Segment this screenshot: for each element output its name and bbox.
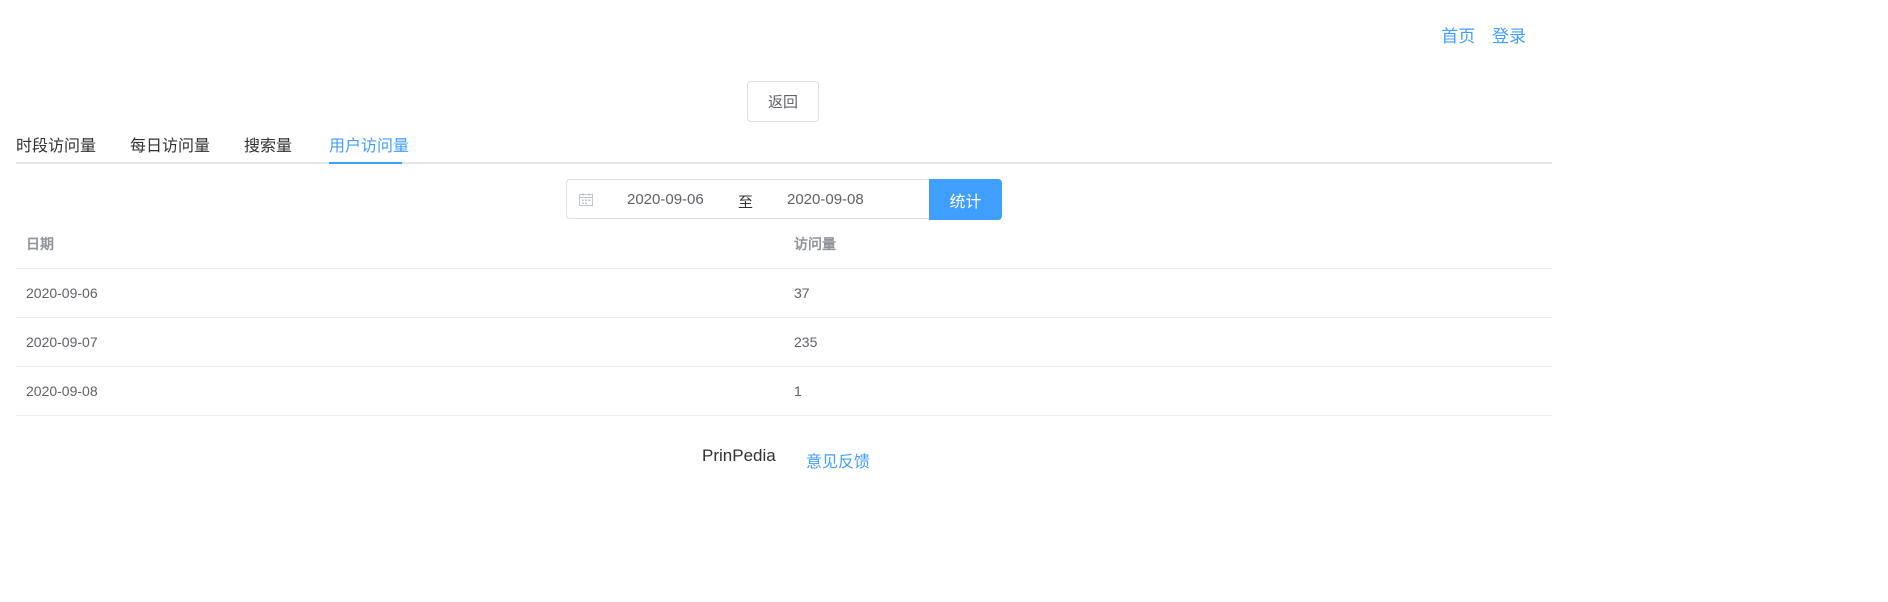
tab-track — [16, 162, 1552, 164]
cell-visits: 1 — [784, 366, 1552, 416]
active-tab-indicator — [329, 162, 402, 164]
cell-date: 2020-09-07 — [16, 317, 784, 367]
tab-hourly-visits[interactable]: 时段访问量 — [16, 132, 96, 156]
column-header-visits: 访问量 — [784, 220, 1552, 269]
column-header-date: 日期 — [16, 220, 784, 269]
tab-user-visits[interactable]: 用户访问量 — [329, 132, 409, 156]
home-link[interactable]: 首页 — [1441, 27, 1475, 46]
tab-bar: 时段访问量 每日访问量 搜索量 用户访问量 — [16, 124, 1552, 164]
cell-visits: 37 — [784, 268, 1552, 318]
table-row: 2020-09-08 1 — [16, 366, 1552, 416]
visits-table: 日期 访问量 2020-09-06 37 2020-09-07 235 2020… — [16, 220, 1552, 416]
table-row: 2020-09-06 37 — [16, 268, 1552, 318]
stat-button[interactable]: 统计 — [929, 179, 1002, 220]
range-separator: 至 — [738, 194, 754, 211]
end-date-input[interactable]: 2020-09-08 — [787, 191, 864, 208]
feedback-link[interactable]: 意见反馈 — [806, 448, 870, 472]
tab-daily-visits[interactable]: 每日访问量 — [130, 132, 210, 156]
top-nav: 首页 登录 — [1429, 22, 1526, 47]
table-row: 2020-09-07 235 — [16, 317, 1552, 367]
table-header-row: 日期 访问量 — [16, 220, 1552, 269]
start-date-input[interactable]: 2020-09-06 — [627, 191, 704, 208]
footer-brand: PrinPedia — [702, 446, 776, 465]
cell-visits: 235 — [784, 317, 1552, 367]
date-range-picker[interactable]: 2020-09-06 至 2020-09-08 — [566, 179, 930, 219]
back-button[interactable]: 返回 — [747, 81, 819, 122]
tab-search-count[interactable]: 搜索量 — [244, 132, 292, 156]
footer: PrinPedia 意见反馈 — [0, 446, 1888, 472]
calendar-icon — [579, 193, 593, 206]
cell-date: 2020-09-08 — [16, 366, 784, 416]
cell-date: 2020-09-06 — [16, 268, 784, 318]
login-link[interactable]: 登录 — [1492, 27, 1526, 46]
